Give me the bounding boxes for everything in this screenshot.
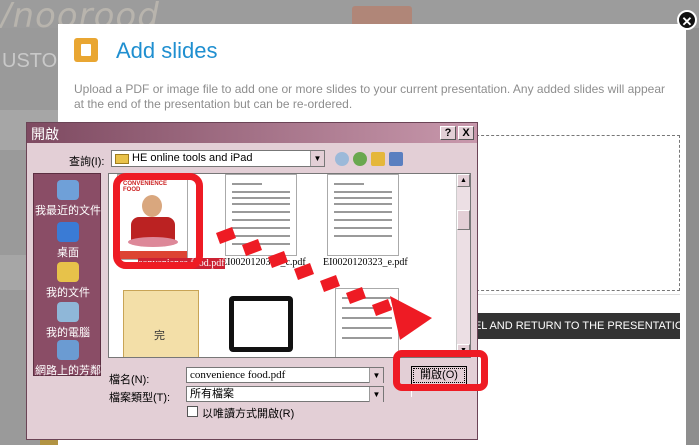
cancel-and-return-button[interactable]: CEL AND RETURN TO THE PRESENTATIO bbox=[461, 313, 680, 339]
window-close-button[interactable]: X bbox=[458, 126, 474, 140]
highlight-box-file bbox=[113, 173, 203, 269]
divider bbox=[461, 294, 680, 295]
doc-line bbox=[334, 183, 364, 185]
folder-icon bbox=[115, 154, 129, 164]
filename-value: convenience food.pdf bbox=[190, 369, 286, 381]
network-icon bbox=[57, 340, 79, 360]
readonly-label: 以唯讀方式開啟(R) bbox=[202, 408, 295, 420]
window-titlebar[interactable]: 開啟 ? X bbox=[27, 123, 477, 143]
scroll-thumb[interactable] bbox=[457, 210, 470, 230]
doc-line bbox=[334, 203, 392, 205]
readonly-checkbox[interactable] bbox=[187, 406, 198, 417]
places-bar: 我最近的文件 桌面 我的文件 我的電腦 網路上的芳鄰 bbox=[33, 173, 102, 378]
doc-line bbox=[334, 191, 392, 193]
place-label: 我最近的文件 bbox=[35, 205, 101, 217]
file-item-thumbnail[interactable] bbox=[225, 292, 299, 356]
doc-line bbox=[232, 243, 290, 245]
doc-line bbox=[342, 317, 392, 319]
scroll-up-icon[interactable]: ▲ bbox=[457, 174, 470, 187]
folder-thumb-text: 完 bbox=[154, 330, 165, 342]
tablet-image bbox=[229, 296, 293, 352]
tablet-screen bbox=[234, 301, 288, 347]
my-computer-icon bbox=[57, 302, 79, 322]
look-in-select[interactable]: HE online tools and iPad ▼ bbox=[111, 150, 325, 167]
filename-input[interactable]: convenience food.pdf ▼ bbox=[186, 367, 384, 383]
doc-line bbox=[232, 211, 290, 213]
chevron-down-icon[interactable]: ▼ bbox=[369, 387, 383, 402]
filetype-label: 檔案類型(T): bbox=[109, 392, 171, 404]
place-network[interactable]: 網路上的芳鄰 bbox=[34, 340, 102, 378]
filetype-value: 所有檔案 bbox=[190, 388, 234, 400]
doc-line bbox=[232, 183, 262, 185]
place-label: 桌面 bbox=[57, 247, 79, 259]
place-label: 我的電腦 bbox=[46, 327, 90, 339]
help-button[interactable]: ? bbox=[440, 126, 456, 140]
doc-line bbox=[232, 227, 290, 229]
view-menu-icon[interactable] bbox=[389, 152, 403, 166]
doc-line bbox=[334, 197, 392, 199]
close-icon[interactable]: ✕ bbox=[677, 10, 697, 30]
place-my-documents[interactable]: 我的文件 bbox=[34, 262, 102, 300]
background-sidebar-text: USTO bbox=[2, 50, 58, 72]
look-in-value: HE online tools and iPad bbox=[132, 152, 253, 164]
place-label: 網路上的芳鄰 bbox=[35, 365, 101, 377]
doc-line bbox=[342, 307, 392, 309]
doc-line bbox=[334, 219, 392, 221]
dialog-description: Upload a PDF or image file to add one or… bbox=[74, 82, 665, 111]
doc-line bbox=[232, 203, 290, 205]
doc-line bbox=[334, 211, 392, 213]
vertical-scrollbar[interactable]: ▲ ▼ bbox=[456, 174, 470, 357]
doc-line bbox=[334, 227, 392, 229]
dialog-title: Add slides bbox=[116, 38, 218, 63]
my-documents-icon bbox=[57, 262, 79, 282]
place-desktop[interactable]: 桌面 bbox=[34, 222, 102, 260]
file-item-thumbnail[interactable] bbox=[327, 174, 399, 256]
recent-documents-icon bbox=[57, 180, 79, 200]
file-item-thumbnail[interactable] bbox=[335, 288, 399, 357]
filetype-select[interactable]: 所有檔案 ▼ bbox=[186, 386, 384, 402]
filename-label: 檔名(N): bbox=[109, 374, 150, 386]
place-my-computer[interactable]: 我的電腦 bbox=[34, 302, 102, 340]
doc-line bbox=[342, 337, 392, 339]
window-title: 開啟 bbox=[31, 127, 59, 143]
up-folder-icon[interactable] bbox=[353, 152, 367, 166]
highlight-box-open-button bbox=[393, 350, 488, 391]
doc-line bbox=[232, 235, 290, 237]
chevron-down-icon[interactable]: ▼ bbox=[310, 151, 324, 166]
doc-line bbox=[334, 235, 392, 237]
doc-line bbox=[232, 219, 290, 221]
place-recent[interactable]: 我最近的文件 bbox=[34, 180, 102, 218]
look-in-label: 查詢(I): bbox=[69, 156, 105, 168]
place-label: 我的文件 bbox=[46, 287, 90, 299]
open-file-dialog: 開啟 ? X 查詢(I): HE online tools and iPad ▼… bbox=[26, 122, 478, 440]
upload-dropzone[interactable] bbox=[461, 135, 680, 291]
file-item-thumbnail[interactable]: 完 bbox=[123, 290, 199, 357]
doc-line bbox=[342, 297, 392, 299]
doc-line bbox=[232, 191, 290, 193]
doc-line bbox=[342, 327, 392, 329]
file-name[interactable]: EI0020120323_c.pdf bbox=[221, 257, 306, 268]
doc-line bbox=[232, 197, 290, 199]
back-icon[interactable] bbox=[335, 152, 349, 166]
file-name[interactable]: EI0020120323_e.pdf bbox=[323, 257, 408, 268]
new-folder-icon[interactable] bbox=[371, 152, 385, 166]
file-item-thumbnail[interactable] bbox=[225, 174, 297, 256]
chevron-down-icon[interactable]: ▼ bbox=[369, 368, 383, 383]
slides-icon bbox=[74, 38, 98, 62]
desktop-icon bbox=[57, 222, 79, 242]
